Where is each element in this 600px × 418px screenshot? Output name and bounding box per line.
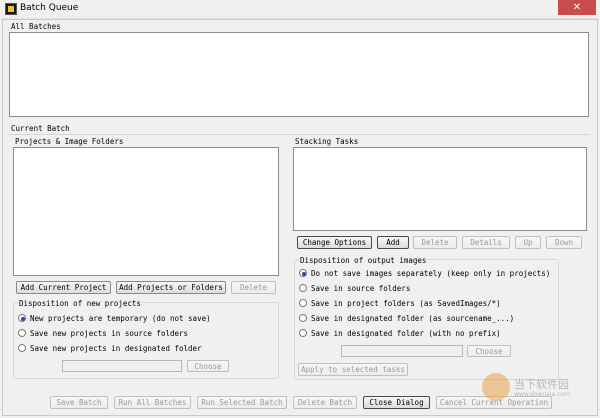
move-up-button[interactable]: Up [515,236,541,249]
watermark-logo-icon [482,373,510,401]
current-batch-label: Current Batch [11,124,70,133]
apply-to-selected-tasks-button[interactable]: Apply to selected tasks [298,363,408,376]
radio-temporary-projects-label: New projects are temporary (do not save) [30,314,211,323]
stacking-tasks-list[interactable] [293,147,587,231]
add-projects-or-folders-button[interactable]: Add Projects or Folders [116,281,226,294]
radio-do-not-save-label: Do not save images separately (keep only… [311,269,551,278]
delete-batch-button[interactable]: Delete Batch [293,396,357,409]
radio-output-designated-no-prefix[interactable] [299,329,307,337]
watermark: 当下软件园 www.downxia.com [482,371,582,415]
close-dialog-button[interactable]: Close Dialog [363,396,430,409]
radio-save-source-folders-label: Save new projects in source folders [30,329,189,338]
title-bar [0,0,600,19]
radio-temporary-projects[interactable] [18,314,26,322]
radio-save-source-folders[interactable] [18,329,26,337]
app-icon [5,3,17,15]
move-down-button[interactable]: Down [546,236,582,249]
window-title: Batch Queue [20,3,79,13]
add-task-button[interactable]: Add [377,236,409,249]
details-button[interactable]: Details [462,236,510,249]
delete-task-button[interactable]: Delete [413,236,457,249]
radio-save-designated-folder[interactable] [18,344,26,352]
radio-do-not-save[interactable] [299,269,307,277]
radio-output-designated-prefixed[interactable] [299,314,307,322]
all-batches-list[interactable] [9,32,589,117]
add-current-project-button[interactable]: Add Current Project [16,281,111,294]
radio-save-designated-folder-label: Save new projects in designated folder [30,344,202,353]
radio-output-source-folders[interactable] [299,284,307,292]
radio-output-designated-prefixed-label: Save in designated folder (as sourcename… [311,314,515,323]
output-designated-folder-field[interactable] [341,345,463,357]
output-choose-button[interactable]: Choose [467,345,511,357]
radio-output-project-folders[interactable] [299,299,307,307]
radio-output-project-folders-label: Save in project folders (as SavedImages/… [311,299,501,308]
projects-list[interactable] [13,147,279,276]
new-projects-disposition-label: Disposition of new projects [18,299,142,308]
save-batch-button[interactable]: Save Batch [50,396,108,409]
projects-designated-folder-field[interactable] [62,360,182,372]
output-disposition-label: Disposition of output images [299,256,428,265]
watermark-text: 当下软件园 [514,378,569,391]
projects-label: Projects & Image Folders [15,137,124,146]
delete-project-button[interactable]: Delete [231,281,276,294]
radio-output-designated-no-prefix-label: Save in designated folder (with no prefi… [311,329,501,338]
stacking-tasks-label: Stacking Tasks [295,137,359,146]
projects-choose-button[interactable]: Choose [187,360,229,372]
change-options-button[interactable]: Change Options [297,236,372,249]
watermark-subtext: www.downxia.com [514,391,570,398]
radio-output-source-folders-label: Save in source folders [311,284,411,293]
all-batches-label: All Batches [11,22,61,31]
run-selected-batch-button[interactable]: Run Selected Batch [197,396,287,409]
run-all-batches-button[interactable]: Run All Batches [114,396,191,409]
close-window-button[interactable]: ✕ [558,0,596,15]
